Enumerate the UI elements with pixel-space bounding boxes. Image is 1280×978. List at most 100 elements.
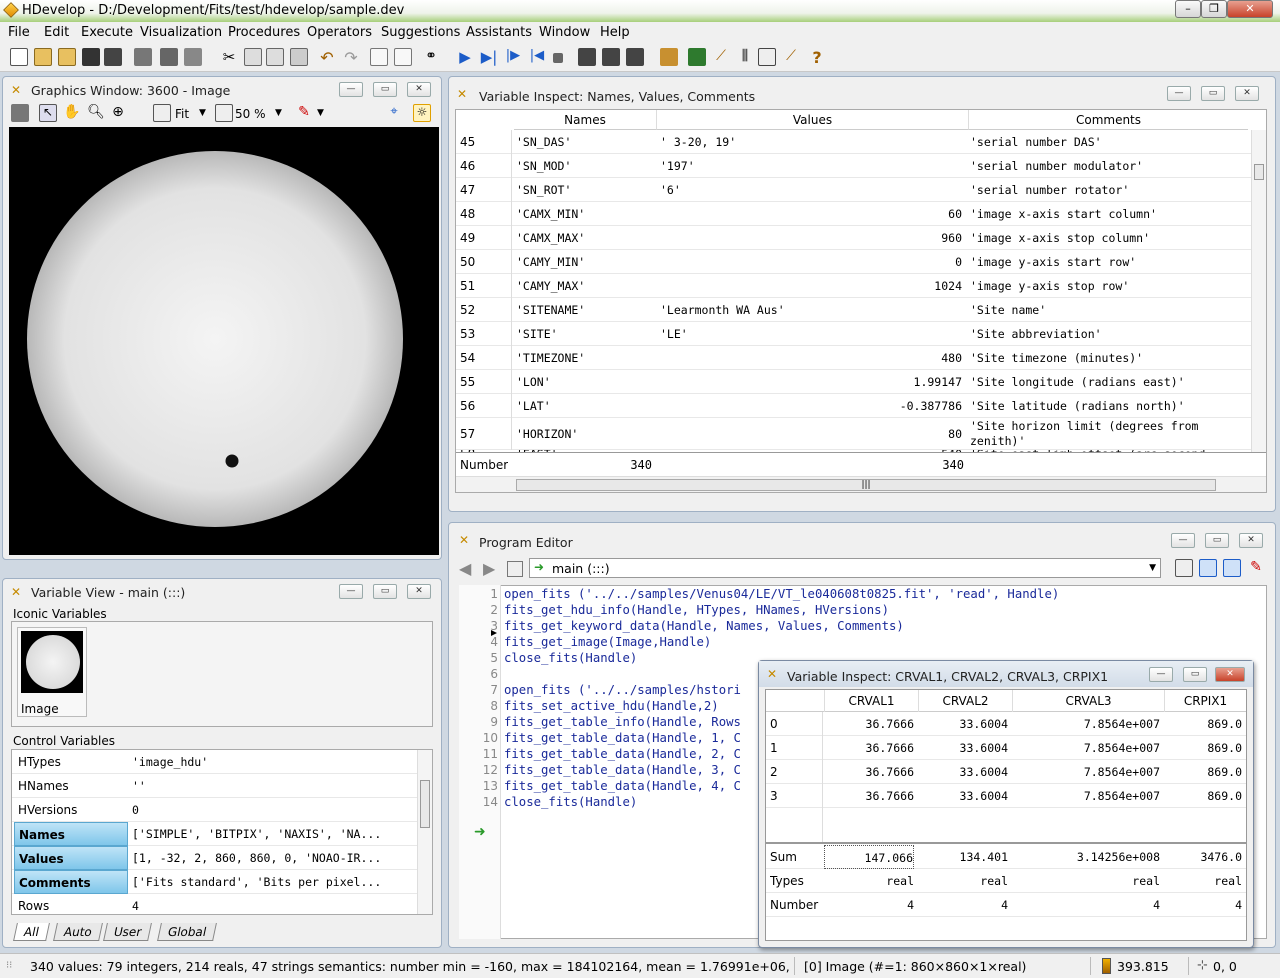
code-line[interactable]: fits_get_table_data(Handle, 3, C: [504, 763, 741, 777]
procedure-icon[interactable]: [507, 561, 523, 577]
insert-icon[interactable]: [134, 48, 152, 66]
code-line[interactable]: close_fits(Handle): [504, 651, 637, 665]
code-line[interactable]: fits_get_table_data(Handle, 4, C: [504, 779, 741, 793]
menu-edit[interactable]: Edit: [44, 25, 69, 40]
table-row[interactable]: 56 'LAT' -0.387786 'Site latitude (radians …: [456, 394, 1251, 418]
control-scrollbar[interactable]: [417, 750, 432, 914]
tab-global[interactable]: Global: [157, 923, 218, 941]
minimize-icon[interactable]: —: [339, 584, 363, 599]
undo-icon[interactable]: ↶: [318, 48, 336, 67]
table-row[interactable]: 47 'SN_ROT' '6' 'serial number rotator': [456, 178, 1251, 202]
scrollbar-thumb[interactable]: [420, 780, 430, 828]
table-row[interactable]: 0 36.7666 33.6004 7.8564e+007 869.0: [766, 712, 1246, 736]
tab-user[interactable]: User: [103, 923, 153, 941]
table-row[interactable]: 54 'TIMEZONE' 480 'Site timezone (minutes)': [456, 346, 1251, 370]
table-row[interactable]: 45 'SN_DAS' ' 3-20, 19' 'serial number DAS': [456, 130, 1251, 154]
zoom-percent[interactable]: 50 %: [235, 107, 266, 121]
print-icon[interactable]: [184, 48, 202, 66]
image-canvas[interactable]: [9, 127, 439, 555]
save-all-icon[interactable]: [104, 48, 122, 66]
save-icon[interactable]: [82, 48, 100, 66]
code-line[interactable]: fits_get_table_info(Handle, Rows: [504, 715, 741, 729]
table-row[interactable]: 2 36.7666 33.6004 7.8564e+007 869.0: [766, 760, 1246, 784]
find-icon[interactable]: ⚭: [422, 48, 440, 66]
table-row[interactable]: 48 'CAMX_MIN' 60 'image x-axis start column…: [456, 202, 1251, 226]
help-icon[interactable]: ?: [808, 48, 826, 67]
menu-file[interactable]: File: [8, 25, 30, 40]
redo-icon[interactable]: ↷: [342, 48, 360, 67]
close-icon[interactable]: ✕: [1227, 0, 1273, 18]
minimize-icon[interactable]: —: [1149, 667, 1173, 682]
step-back-icon[interactable]: |◀: [528, 48, 546, 66]
maximize-icon[interactable]: ▭: [1205, 533, 1229, 548]
step-out-icon[interactable]: [602, 48, 620, 66]
table-row[interactable]: 1 36.7666 33.6004 7.8564e+007 869.0: [766, 736, 1246, 760]
open-file-icon[interactable]: [34, 48, 52, 66]
menu-help[interactable]: Help: [600, 25, 630, 40]
color-icon[interactable]: ✎: [295, 104, 313, 122]
step-into-icon[interactable]: [578, 48, 596, 66]
scrollbar-thumb[interactable]: [1254, 164, 1264, 180]
table-row[interactable]: 49 'CAMX_MAX' 960 'image x-axis stop column…: [456, 226, 1251, 250]
calendar-icon[interactable]: [1175, 559, 1193, 577]
image-inspect-icon[interactable]: [688, 48, 706, 66]
close-icon[interactable]: ✕: [1215, 667, 1245, 682]
reset-icon[interactable]: [626, 48, 644, 66]
table-row[interactable]: 46 'SN_MOD' '197' 'serial number modulator': [456, 154, 1251, 178]
table-row[interactable]: 52 'SITENAME' 'Learmonth WA Aus' 'Site name…: [456, 298, 1251, 322]
clear-icon[interactable]: ✎: [1247, 559, 1265, 577]
code-line[interactable]: open_fits ('../../samples/Venus04/LE/VT_…: [504, 587, 1059, 601]
edit-line-icon[interactable]: [1199, 559, 1217, 577]
step-over-icon[interactable]: |▶: [504, 48, 522, 66]
scrollbar-thumb[interactable]: |||: [516, 479, 1216, 491]
chevron-down-icon[interactable]: ▼: [199, 108, 206, 118]
feature-histogram-icon[interactable]: ⟋: [782, 48, 800, 66]
run-to-insert-icon[interactable]: ▶|: [480, 48, 498, 66]
paste-icon[interactable]: [290, 48, 308, 66]
menu-procedures[interactable]: Procedures: [228, 25, 300, 40]
close-icon[interactable]: ✕: [1235, 86, 1259, 101]
procedure-select[interactable]: ➜ main (:::) ▼: [529, 558, 1161, 578]
control-variable-row[interactable]: HNames '': [12, 774, 418, 798]
zoom-mode[interactable]: Fit: [175, 107, 189, 121]
table-row[interactable]: 57 'HORIZON' 80 'Site horizon limit (degree…: [456, 418, 1251, 450]
back-arrow-icon[interactable]: ◀: [459, 559, 471, 578]
open-folder-icon[interactable]: [58, 48, 76, 66]
menu-execute[interactable]: Execute: [81, 25, 133, 40]
menu-suggestions[interactable]: Suggestions: [381, 25, 460, 40]
close-icon[interactable]: ✕: [407, 82, 431, 97]
edit-icon[interactable]: [11, 104, 29, 122]
pan-hand-icon[interactable]: ✋: [63, 104, 81, 122]
light-bulb-icon[interactable]: ☼: [413, 104, 431, 122]
code-line[interactable]: fits_set_active_hdu(Handle,2): [504, 699, 719, 713]
menu-operators[interactable]: Operators: [307, 25, 372, 40]
maximize-icon[interactable]: ❐: [1201, 0, 1227, 18]
code-line[interactable]: fits_get_table_data(Handle, 1, C: [504, 731, 741, 745]
zoom-dropdown-icon[interactable]: ⊕: [109, 104, 127, 122]
zoom-percent-icon[interactable]: [215, 104, 233, 122]
copy2-icon[interactable]: [266, 48, 284, 66]
stop-icon[interactable]: [553, 53, 563, 63]
minimize-icon[interactable]: –: [1175, 0, 1201, 18]
menu-window[interactable]: Window: [539, 25, 590, 40]
export-icon[interactable]: [160, 48, 178, 66]
line-profile-icon[interactable]: ⫼: [736, 48, 754, 66]
indent-icon[interactable]: [370, 48, 388, 66]
maximize-icon[interactable]: ▭: [1201, 86, 1225, 101]
table-row[interactable]: 3 36.7666 33.6004 7.8564e+007 869.0: [766, 784, 1246, 808]
column-header-names[interactable]: Names: [514, 110, 656, 130]
chevron-down-icon[interactable]: ▼: [275, 108, 282, 118]
code-line[interactable]: fits_get_hdu_info(Handle, HTypes, HNames…: [504, 603, 889, 617]
cut-icon[interactable]: ✂: [220, 48, 238, 66]
table-row[interactable]: 53 'SITE' 'LE' 'Site abbreviation': [456, 322, 1251, 346]
column-header-comments[interactable]: Comments: [968, 110, 1248, 130]
unindent-icon[interactable]: [394, 48, 412, 66]
close-icon[interactable]: ✕: [1239, 533, 1263, 548]
image-variable-thumbnail[interactable]: Image: [17, 627, 87, 717]
histogram-icon[interactable]: ⟋: [712, 48, 730, 66]
menu-visualization[interactable]: Visualization: [140, 25, 222, 40]
code-line[interactable]: fits_get_image(Image,Handle): [504, 635, 711, 649]
crval-column-header[interactable]: CRVAL1: [824, 690, 918, 712]
chevron-down-icon[interactable]: ▼: [317, 108, 324, 118]
zoom-icon[interactable]: 🔍︎: [87, 104, 105, 122]
